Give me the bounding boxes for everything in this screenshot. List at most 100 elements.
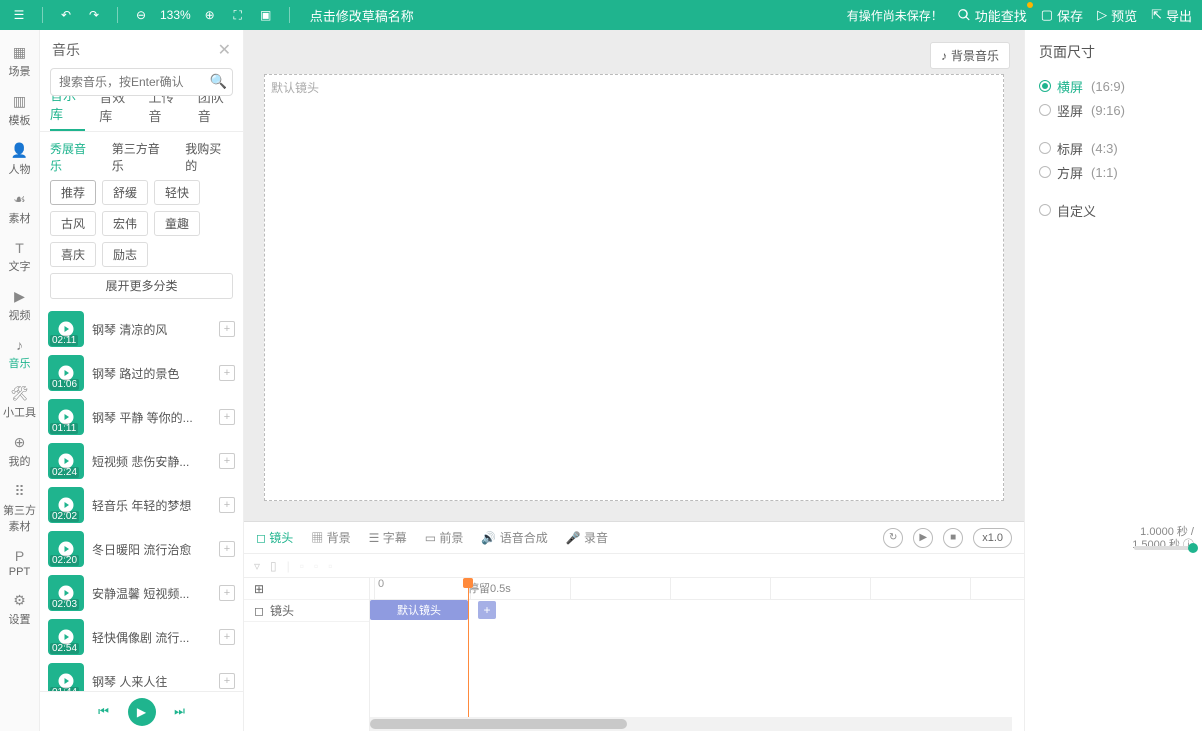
music-tag-古风[interactable]: 古风 [50,211,96,236]
nav-item-我的[interactable]: ⊕我的 [0,428,40,477]
nav-item-人物[interactable]: 👤人物 [0,136,40,185]
tl-tool-icon[interactable]: ▫ [314,559,318,573]
timeline-zoom-slider[interactable] [1134,546,1194,550]
canvas-viewport[interactable]: ♪ 背景音乐 默认镜头 [244,30,1024,521]
track-item[interactable]: 02:02轻音乐 年轻的梦想+ [48,483,235,527]
prev-track-icon[interactable]: ⏮ [94,702,114,722]
draft-title-input[interactable]: 点击修改草稿名称 [310,6,414,25]
timeline-clip[interactable]: 默认镜头 [370,600,468,620]
timeline-h-scrollbar[interactable] [370,717,1012,731]
redo-icon[interactable]: ↷ [85,6,103,24]
track-item[interactable]: 01:44钢琴 人来人往+ [48,659,235,691]
zoom-level[interactable]: 133% [160,8,191,22]
ratio-icon[interactable]: ▣ [257,6,275,24]
add-track-icon[interactable]: + [219,321,235,337]
feature-find-button[interactable]: 功能查找 [957,6,1027,25]
timeline-tab-背景[interactable]: ▦ 背景 [311,529,350,546]
add-track-icon[interactable]: + [219,585,235,601]
fit-icon[interactable]: ⛶ [229,6,247,24]
aspect-option-竖屏[interactable]: 竖屏(9:16) [1039,98,1188,122]
speed-selector[interactable]: x1.0 [973,528,1012,548]
playhead[interactable] [468,578,469,717]
track-item[interactable]: 02:24短视频 悲伤安静...+ [48,439,235,483]
nav-item-小工具[interactable]: 🛠小工具 [0,379,40,428]
tl-tool-icon[interactable]: ▫ [300,559,304,573]
add-track-icon[interactable]: + [219,497,235,513]
track-row-head[interactable]: ◻ 镜头 [244,600,369,622]
nav-item-场景[interactable]: ▦场景 [0,38,40,87]
nav-item-文字[interactable]: T文字 [0,234,40,282]
track-item[interactable]: 02:11钢琴 清凉的风+ [48,307,235,351]
music-subtab-秀展音乐[interactable]: 秀展音乐 [50,140,98,174]
stop-timeline-icon[interactable]: ■ [943,528,963,548]
add-track-icon[interactable]: + [219,629,235,645]
search-icon[interactable]: 🔍 [210,73,227,90]
preview-button[interactable]: ▷ 预览 [1097,6,1137,25]
aspect-option-横屏[interactable]: 横屏(16:9) [1039,74,1188,98]
nav-item-PPT[interactable]: PPPT [0,542,40,586]
add-clip-button[interactable]: + [478,601,496,619]
nav-item-视频[interactable]: ▶视频 [0,282,40,331]
track-item[interactable]: 01:06钢琴 路过的景色+ [48,351,235,395]
nav-item-第三方素材[interactable]: ⠿第三方素材 [0,477,40,542]
aspect-option-方屏[interactable]: 方屏(1:1) [1039,160,1188,184]
export-button[interactable]: ⇱ 导出 [1151,6,1192,25]
undo-icon[interactable]: ↶ [57,6,75,24]
zoom-in-icon[interactable]: ⊕ [201,6,219,24]
music-subtab-第三方音乐[interactable]: 第三方音乐 [112,140,172,174]
music-search-input[interactable] [50,68,233,96]
tl-tool-icon[interactable]: ▯ [270,559,277,573]
timeline-tab-镜头[interactable]: ◻ 镜头 [256,529,293,546]
play-timeline-icon[interactable]: ▶ [913,528,933,548]
track-item[interactable]: 02:20冬日暖阳 流行治愈+ [48,527,235,571]
aspect-option-标屏[interactable]: 标屏(4:3) [1039,136,1188,160]
tl-tool-icon[interactable]: ▫ [328,559,332,573]
nav-item-音乐[interactable]: ♪音乐 [0,331,40,379]
timeline-tab-录音[interactable]: 🎤 录音 [566,529,608,546]
expand-categories-button[interactable]: 展开更多分类 [50,273,233,299]
stage[interactable]: 默认镜头 [264,74,1004,501]
topbar: ☰ ↶ ↷ ⊖ 133% ⊕ ⛶ ▣ 点击修改草稿名称 有操作尚未保存！ 功能查… [0,0,1202,30]
music-tag-喜庆[interactable]: 喜庆 [50,242,96,267]
music-tag-舒缓[interactable]: 舒缓 [102,180,148,205]
track-thumb[interactable]: 01:11 [48,399,84,435]
track-thumb[interactable]: 01:06 [48,355,84,391]
add-track-icon[interactable]: + [219,541,235,557]
music-tag-宏伟[interactable]: 宏伟 [102,211,148,236]
music-tag-童趣[interactable]: 童趣 [154,211,200,236]
nav-item-模板[interactable]: ▥模板 [0,87,40,136]
track-thumb[interactable]: 01:44 [48,663,84,691]
track-thumb[interactable]: 02:24 [48,443,84,479]
track-thumb[interactable]: 02:54 [48,619,84,655]
track-item[interactable]: 01:11钢琴 平静 等你的...+ [48,395,235,439]
aspect-option-自定义[interactable]: 自定义 [1039,198,1188,222]
loop-icon[interactable]: ↻ [883,528,903,548]
timeline-tab-前景[interactable]: ▭ 前景 [425,529,464,546]
zoom-out-icon[interactable]: ⊖ [132,6,150,24]
next-track-icon[interactable]: ⏭ [170,702,190,722]
track-item[interactable]: 02:54轻快偶像剧 流行...+ [48,615,235,659]
music-tag-轻快[interactable]: 轻快 [154,180,200,205]
track-thumb[interactable]: 02:02 [48,487,84,523]
play-icon[interactable]: ▶ [128,698,156,726]
add-track-icon[interactable]: + [219,453,235,469]
tl-tool-icon[interactable]: ▿ [254,559,260,573]
add-track-icon[interactable]: + [219,673,235,689]
timeline-tab-语音合成[interactable]: 🔊 语音合成 [481,529,547,546]
nav-item-设置[interactable]: ⚙设置 [0,586,40,635]
menu-icon[interactable]: ☰ [10,6,28,24]
timeline-tab-字幕[interactable]: ☰ 字幕 [369,529,407,546]
track-thumb[interactable]: 02:20 [48,531,84,567]
track-thumb[interactable]: 02:11 [48,311,84,347]
music-tag-励志[interactable]: 励志 [102,242,148,267]
add-track-icon[interactable]: + [219,409,235,425]
track-thumb[interactable]: 02:03 [48,575,84,611]
add-track-icon[interactable]: + [219,365,235,381]
music-tag-推荐[interactable]: 推荐 [50,180,96,205]
close-icon[interactable]: ✕ [218,40,231,60]
save-button[interactable]: ▢ 保存 [1041,6,1083,25]
bgm-button[interactable]: ♪ 背景音乐 [930,42,1010,69]
nav-item-素材[interactable]: ☙素材 [0,185,40,234]
track-item[interactable]: 02:03安静温馨 短视频...+ [48,571,235,615]
music-subtab-我购买的[interactable]: 我购买的 [185,140,233,174]
